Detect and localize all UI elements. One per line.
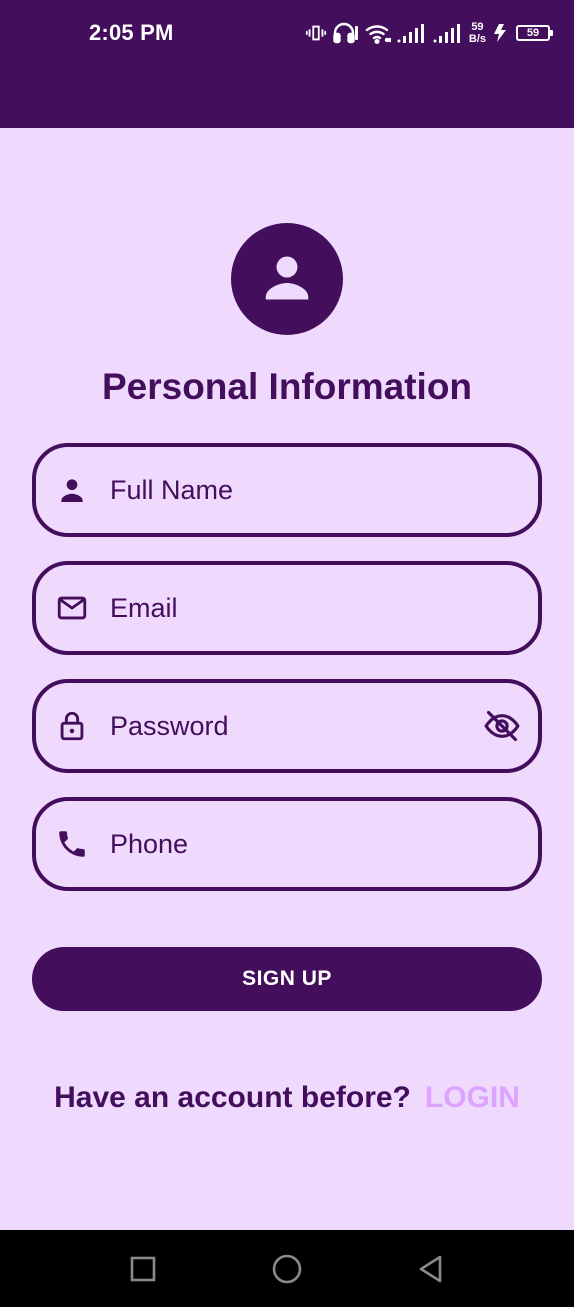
status-bar: 2:05 PM 59 B/s 59 xyxy=(0,0,574,128)
recent-apps-icon[interactable] xyxy=(126,1252,160,1286)
home-icon[interactable] xyxy=(270,1252,304,1286)
full-name-field[interactable] xyxy=(32,443,542,537)
vibrate-icon xyxy=(305,22,327,44)
password-field[interactable] xyxy=(32,679,542,773)
phone-field[interactable] xyxy=(32,797,542,891)
email-field[interactable] xyxy=(32,561,542,655)
network-speed: 59 B/s xyxy=(469,21,486,45)
back-icon[interactable] xyxy=(414,1252,448,1286)
mail-icon xyxy=(54,590,90,626)
person-icon xyxy=(54,472,90,508)
network-speed-value: 59 xyxy=(471,21,484,33)
wifi-icon xyxy=(365,22,391,44)
signup-button[interactable]: SIGN UP xyxy=(32,947,542,1011)
login-link[interactable]: LOGIN xyxy=(425,1081,520,1115)
email-input[interactable] xyxy=(110,565,468,651)
phone-icon xyxy=(54,826,90,862)
phone-input[interactable] xyxy=(110,801,468,887)
person-icon xyxy=(257,247,317,312)
status-icons: 59 B/s 59 xyxy=(305,16,553,50)
signal-icon xyxy=(433,22,463,44)
full-name-input[interactable] xyxy=(110,447,468,533)
signal-icon xyxy=(397,22,427,44)
headset-icon xyxy=(333,22,359,44)
page-title: Personal Information xyxy=(101,366,473,407)
login-row: Have an account before? LOGIN xyxy=(0,1078,574,1118)
network-speed-unit: B/s xyxy=(468,33,486,45)
lock-icon xyxy=(54,708,90,744)
login-prompt: Have an account before? xyxy=(54,1081,411,1114)
charging-icon xyxy=(492,22,510,44)
status-time: 2:05 PM xyxy=(89,20,174,45)
visibility-off-icon[interactable] xyxy=(482,706,522,746)
avatar xyxy=(231,223,343,335)
password-input[interactable] xyxy=(110,683,468,769)
navigation-bar xyxy=(0,1230,574,1307)
battery-icon: 59 xyxy=(516,25,553,41)
